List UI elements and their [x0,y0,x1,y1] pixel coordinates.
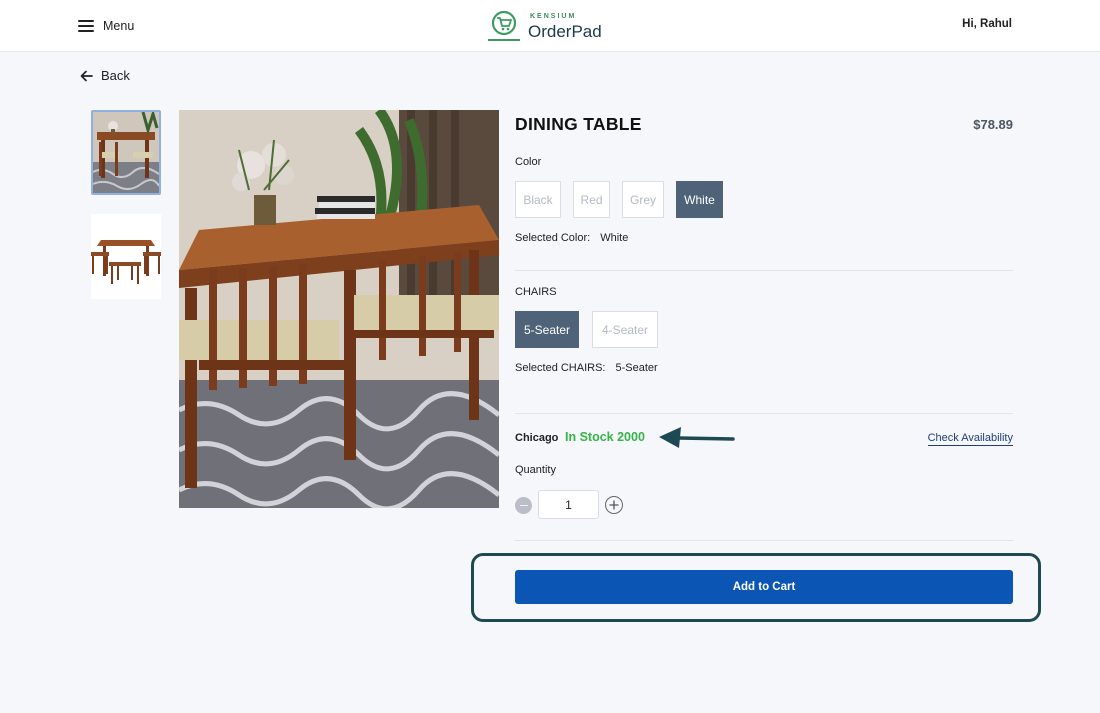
table-set-thumbnail-image [91,214,161,299]
minus-icon [519,504,528,507]
top-header: Menu KENSIUM OrderPad Hi, Rahul [0,0,1100,52]
color-option-grey[interactable]: Grey [622,181,664,218]
stock-status: In Stock 2000 [565,430,645,444]
product-thumbnail-2[interactable] [91,214,161,299]
selected-chairs-value: 5-Seater [615,362,658,374]
arrow-left-icon [80,70,93,81]
quantity-decrease-button[interactable] [515,497,532,514]
app-logo[interactable]: KENSIUM OrderPad [486,9,602,43]
selected-chairs-line: Selected CHAIRS: 5-Seater [515,362,658,374]
logo-brand-name: OrderPad [528,21,602,41]
quantity-input[interactable] [538,490,599,519]
dining-table-photo [179,110,499,508]
chairs-option-5-seater[interactable]: 5-Seater [515,311,579,348]
stock-location: Chicago [515,432,559,444]
divider [515,413,1013,414]
selected-color-value: White [600,232,629,244]
quantity-increase-button[interactable] [605,496,623,514]
add-to-cart-button[interactable]: Add to Cart [515,570,1013,604]
product-price: $78.89 [973,117,1013,132]
divider [515,270,1013,271]
back-label: Back [101,68,130,83]
cart-logo-icon [488,10,520,41]
stock-row: Chicago In Stock 2000 Check Availability [515,430,1013,450]
color-option-black[interactable]: Black [515,181,561,218]
chairs-label: CHAIRS [515,286,557,298]
logo-brand-small: KENSIUM [530,12,577,20]
color-label: Color [515,156,542,168]
table-thumbnail-image [93,112,159,193]
selected-color-label: Selected Color: [515,232,591,244]
chairs-option-4-seater[interactable]: 4-Seater [592,311,658,348]
annotation-arrow-icon [659,427,735,448]
color-option-red[interactable]: Red [573,181,610,218]
quantity-label: Quantity [515,464,556,476]
menu-label: Menu [103,19,135,33]
plus-icon [609,500,619,510]
product-title: DINING TABLE [515,114,642,134]
hamburger-icon [78,20,94,32]
product-main-image [179,110,499,508]
product-thumbnail-1[interactable] [91,110,161,195]
menu-button[interactable]: Menu [78,16,134,36]
user-greeting[interactable]: Hi, Rahul [962,18,1012,30]
selected-color-line: Selected Color: White [515,232,628,244]
selected-chairs-label: Selected CHAIRS: [515,362,606,374]
check-availability-link[interactable]: Check Availability [927,432,1013,446]
divider [515,540,1013,541]
back-button[interactable]: Back [80,68,130,83]
color-option-white[interactable]: White [676,181,723,218]
